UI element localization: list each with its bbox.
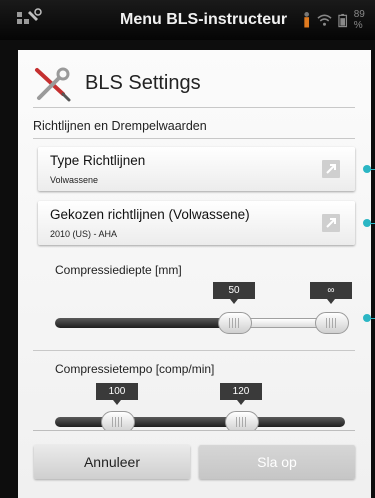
rate-min-thumb[interactable] <box>101 411 135 430</box>
rate-max-thumb[interactable] <box>225 411 259 430</box>
option-title: Gekozen richtlijnen (Volwassene) <box>50 207 250 222</box>
open-external-icon[interactable] <box>321 159 341 179</box>
depth-max-value-badge: ∞ <box>310 282 352 304</box>
rate-slider-track[interactable] <box>55 417 345 427</box>
connector-dot <box>363 219 371 227</box>
compression-depth-label: Compressiediepte [mm] <box>55 263 182 277</box>
compression-rate-label: Compressietempo [comp/min] <box>55 362 215 376</box>
page-title: Menu BLS-instructeur <box>120 11 288 28</box>
guideline-type-option[interactable]: Type Richtlijnen Volwassene <box>38 147 355 191</box>
dialog-title: BLS Settings <box>85 72 201 94</box>
dialog-header: BLS Settings <box>33 64 363 104</box>
depth-min-value-badge: 50 <box>213 282 255 304</box>
option-value: 2010 (US) - AHA <box>50 229 118 239</box>
depth-min-thumb[interactable] <box>218 312 252 334</box>
divider <box>33 350 355 351</box>
rate-max-value-badge: 120 <box>220 383 262 405</box>
depth-max-thumb[interactable] <box>315 312 349 334</box>
divider <box>33 107 355 108</box>
save-button[interactable]: Sla op <box>199 445 355 479</box>
battery-percentage: 89 % <box>353 9 365 31</box>
open-external-icon[interactable] <box>321 213 341 233</box>
battery-icon <box>338 13 348 27</box>
divider <box>33 430 355 431</box>
wifi-icon <box>317 14 332 26</box>
top-bar: Menu BLS-instructeur 89 % <box>0 0 375 40</box>
status-area: 89 % <box>302 9 375 31</box>
divider <box>33 138 355 139</box>
chosen-guidelines-option[interactable]: Gekozen richtlijnen (Volwassene) 2010 (U… <box>38 201 355 245</box>
tools-icon[interactable] <box>16 8 42 30</box>
wrench-screwdriver-icon <box>35 67 71 102</box>
connector-dot <box>363 165 371 173</box>
option-title: Type Richtlijnen <box>50 153 146 168</box>
section-label: Richtlijnen en Drempelwaarden <box>33 119 207 133</box>
option-value: Volwassene <box>50 175 99 185</box>
connector-dot <box>363 314 371 322</box>
rate-slider-clip <box>18 405 371 430</box>
settings-dialog: BLS Settings Richtlijnen en Drempelwaard… <box>18 50 371 498</box>
cancel-button[interactable]: Annuleer <box>34 445 190 479</box>
rate-min-value-badge: 100 <box>96 383 138 405</box>
person-icon <box>304 12 310 28</box>
